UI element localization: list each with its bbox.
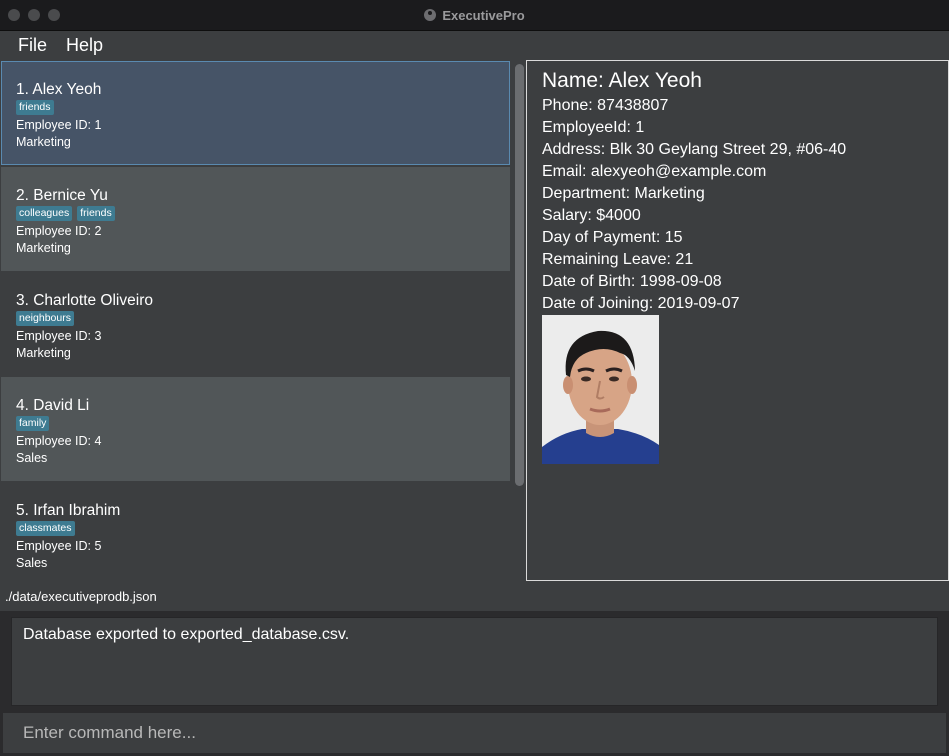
tag: family <box>16 416 50 431</box>
detail-employee-id: EmployeeId: 1 <box>542 119 645 136</box>
menu-help[interactable]: Help <box>66 35 103 56</box>
employee-card-5[interactable]: 5. Irfan Ibrahim classmates Employee ID:… <box>1 482 510 581</box>
employee-list: 1. Alex Yeoh friends Employee ID: 1 Mark… <box>0 60 512 581</box>
employee-card-3[interactable]: 3. Charlotte Oliveiro neighbours Employe… <box>1 272 510 376</box>
employee-department: Marketing <box>16 135 71 149</box>
result-message: Database exported to exported_database.c… <box>23 626 350 643</box>
detail-remaining-leave: Remaining Leave: 21 <box>542 251 694 268</box>
employee-id: Employee ID: 3 <box>16 329 102 343</box>
detail-email: Email: alexyeoh@example.com <box>542 163 767 180</box>
employee-card-1[interactable]: 1. Alex Yeoh friends Employee ID: 1 Mark… <box>1 61 510 165</box>
tag: friends <box>77 206 115 221</box>
menu-bar: File Help <box>0 31 949 60</box>
employee-card-4[interactable]: 4. David Li family Employee ID: 4 Sales <box>1 377 510 481</box>
tag-list: colleagues friends <box>16 206 115 221</box>
employee-department: Sales <box>16 451 48 465</box>
employee-name: 5. Irfan Ibrahim <box>16 502 121 519</box>
detail-name: Name: Alex Yeoh <box>542 69 702 92</box>
detail-date-of-birth: Date of Birth: 1998-09-08 <box>542 273 722 290</box>
employee-department: Marketing <box>16 241 71 255</box>
window-title-group: ExecutivePro <box>0 0 949 30</box>
tag: colleagues <box>16 206 73 221</box>
window-title: ExecutivePro <box>442 7 525 23</box>
tag: friends <box>16 100 54 115</box>
employee-name: 2. Bernice Yu <box>16 187 108 204</box>
employee-id: Employee ID: 4 <box>16 434 102 448</box>
employee-photo <box>542 315 659 464</box>
detail-date-of-joining: Date of Joining: 2019-09-07 <box>542 295 740 312</box>
title-bar: ExecutivePro <box>0 0 949 31</box>
app-icon <box>424 9 437 21</box>
employee-department: Marketing <box>16 346 71 360</box>
employee-id: Employee ID: 1 <box>16 118 102 132</box>
tag-list: family <box>16 416 50 431</box>
employee-name: 4. David Li <box>16 397 90 414</box>
tag: classmates <box>16 521 75 536</box>
status-bar: ./data/executiveprodb.json <box>0 581 949 611</box>
result-display: Database exported to exported_database.c… <box>11 617 938 706</box>
tag-list: friends <box>16 100 54 115</box>
tag-list: neighbours <box>16 311 74 326</box>
detail-department: Department: Marketing <box>542 185 705 202</box>
detail-phone: Phone: 87438807 <box>542 97 669 114</box>
menu-file[interactable]: File <box>18 35 47 56</box>
employee-department: Sales <box>16 556 48 570</box>
detail-salary: Salary: $4000 <box>542 207 641 224</box>
employee-card-2[interactable]: 2. Bernice Yu colleagues friends Employe… <box>1 167 510 271</box>
tag: neighbours <box>16 311 74 326</box>
command-input[interactable] <box>3 713 946 753</box>
list-scrollbar-thumb[interactable] <box>515 64 524 486</box>
data-file-path: ./data/executiveprodb.json <box>5 589 157 604</box>
employee-detail-panel: Name: Alex Yeoh Phone: 87438807 Employee… <box>526 60 949 581</box>
employee-id: Employee ID: 5 <box>16 539 102 553</box>
detail-address: Address: Blk 30 Geylang Street 29, #06-4… <box>542 141 847 158</box>
employee-name: 1. Alex Yeoh <box>16 81 102 98</box>
tag-list: classmates <box>16 521 75 536</box>
employee-id: Employee ID: 2 <box>16 224 102 238</box>
employee-name: 3. Charlotte Oliveiro <box>16 292 153 309</box>
detail-day-of-payment: Day of Payment: 15 <box>542 229 683 246</box>
